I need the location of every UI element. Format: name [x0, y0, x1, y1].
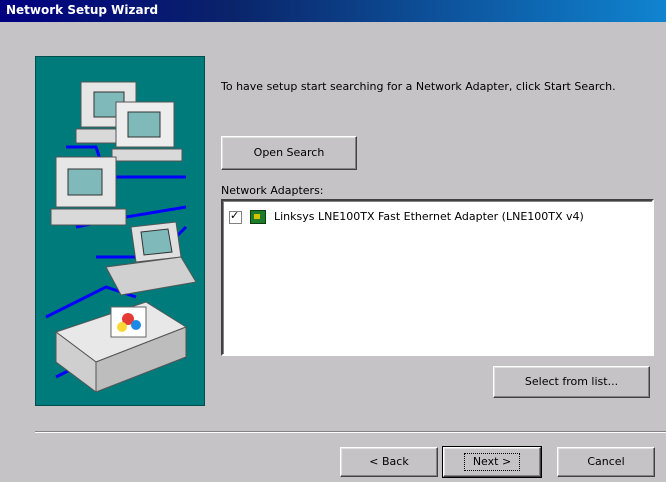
intro-text: To have setup start searching for a Netw… — [221, 80, 616, 93]
network-illustration — [45, 81, 197, 393]
adapter-name: Linksys LNE100TX Fast Ethernet Adapter (… — [274, 210, 584, 223]
cancel-label: Cancel — [587, 455, 625, 468]
back-button[interactable]: < Back — [340, 447, 438, 477]
title-bar[interactable]: Network Setup Wizard — [0, 0, 666, 22]
select-from-list-button[interactable]: Select from list... — [493, 366, 650, 398]
network-adapters-list[interactable]: Linksys LNE100TX Fast Ethernet Adapter (… — [221, 199, 654, 356]
computer-icon — [50, 156, 127, 226]
printer-icon — [54, 301, 188, 393]
wizard-illustration — [35, 56, 205, 406]
button-separator — [35, 431, 666, 433]
select-from-list-label: Select from list... — [524, 375, 619, 388]
adapter-checkbox[interactable] — [229, 209, 242, 224]
open-search-button[interactable]: Open Search — [221, 136, 357, 170]
open-search-label: Open Search — [253, 146, 325, 159]
window-title: Network Setup Wizard — [6, 3, 159, 17]
wizard-window: Network Setup Wizard To have setup start… — [0, 0, 666, 482]
next-button[interactable]: Next > — [442, 446, 542, 478]
network-adapter-icon — [249, 210, 266, 224]
network-adapters-label: Network Adapters: — [221, 184, 324, 197]
back-label: < Back — [369, 455, 409, 468]
cancel-button[interactable]: Cancel — [557, 447, 655, 477]
list-item[interactable]: Linksys LNE100TX Fast Ethernet Adapter (… — [229, 209, 584, 226]
computer-icon — [111, 101, 183, 162]
next-label: Next > — [463, 453, 521, 471]
